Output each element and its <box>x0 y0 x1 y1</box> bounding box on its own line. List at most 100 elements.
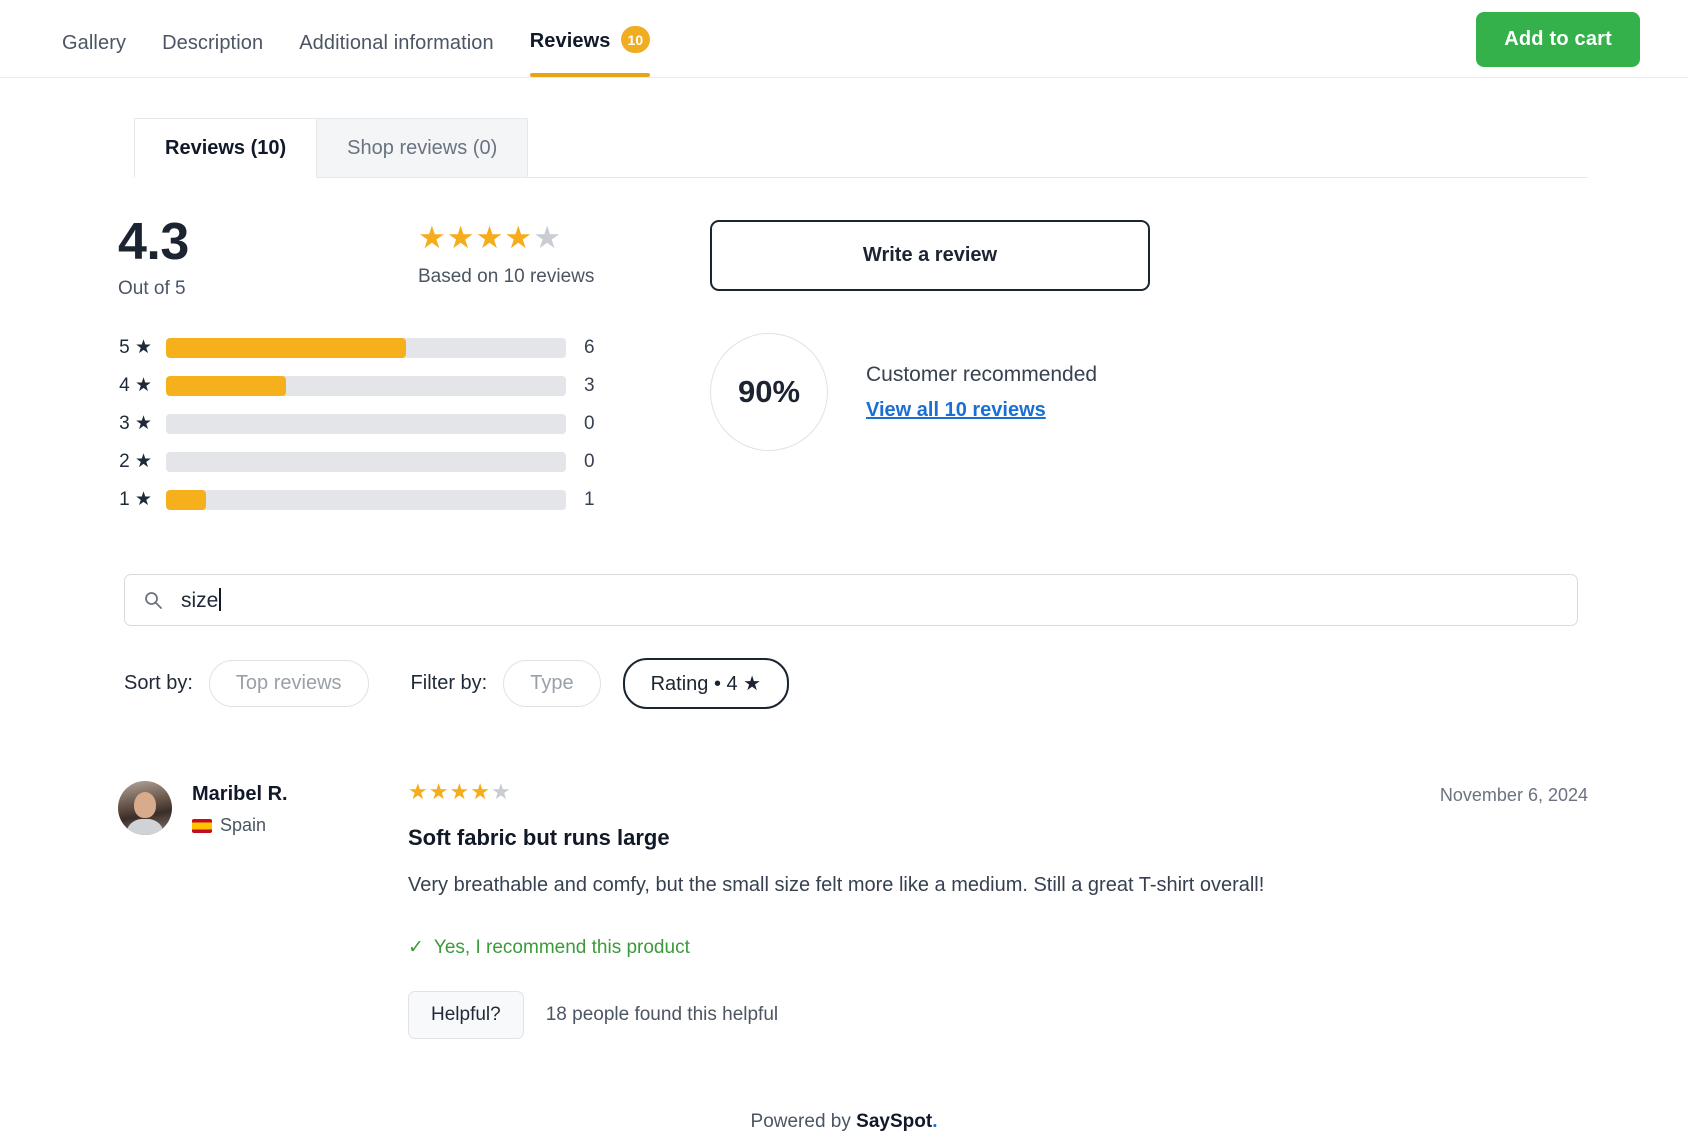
rating-bar-fill-4 <box>166 375 286 396</box>
rating-bar-count-3: 0 <box>584 412 595 434</box>
tab-description-label: Description <box>162 32 264 54</box>
rating-bar-row-4[interactable]: 4 ★ 3 <box>118 372 658 399</box>
review-body: ★★★★★ Soft fabric but runs large Very br… <box>408 781 1688 1039</box>
star-filled-icon: ★ <box>470 779 491 804</box>
rating-bar-count-5: 6 <box>584 336 595 358</box>
rating-bar-label-4: 4 ★ <box>119 375 152 396</box>
customer-recommended-block: 90% Customer recommended View all 10 rev… <box>710 333 1150 451</box>
recommend-percent-circle: 90% <box>710 333 828 451</box>
rating-bar-label-2: 2 ★ <box>119 451 152 472</box>
text-cursor <box>219 587 221 611</box>
tab-reviews-count-badge: 10 <box>620 26 651 53</box>
average-score-block: 4.3 Out of 5 <box>118 216 418 300</box>
check-icon: ✓ <box>408 937 424 958</box>
rating-bar-row-3[interactable]: 3 ★ 0 <box>118 410 658 437</box>
rating-bar-track-3 <box>166 413 566 434</box>
rating-bar-fill-1 <box>166 489 206 510</box>
brand-dot: . <box>932 1111 938 1132</box>
star-filled-icon: ★ <box>418 220 447 255</box>
review-recommendation-label: Yes, I recommend this product <box>433 936 690 958</box>
search-input[interactable]: size <box>124 574 1578 626</box>
sort-by-label: Sort by: <box>124 672 193 694</box>
search-text: size <box>181 588 219 612</box>
review-date: November 6, 2024 <box>1439 785 1588 805</box>
review-item: Maribel R. Spain ★★★★★ Soft fabric but r… <box>0 709 1688 1039</box>
tab-description[interactable]: Description <box>162 32 263 77</box>
helpful-row: Helpful? 18 people found this helpful <box>408 991 1628 1039</box>
sort-chip-top-reviews[interactable]: Top reviews <box>208 660 369 707</box>
review-recommendation: ✓ Yes, I recommend this product <box>408 936 1628 959</box>
reviews-subtab-list: Reviews (10) Shop reviews (0) <box>0 118 1688 178</box>
brand-name: SaySpot <box>856 1111 933 1132</box>
reviewer-country-label: Spain <box>220 815 267 835</box>
avatar <box>118 781 172 835</box>
rating-bar-track-5 <box>166 337 566 358</box>
rating-bar-row-2[interactable]: 2 ★ 0 <box>118 448 658 475</box>
rating-bar-count-2: 0 <box>584 450 595 472</box>
helpful-button[interactable]: Helpful? <box>408 991 524 1039</box>
reviewer-meta: Maribel R. Spain <box>172 781 288 1039</box>
star-filled-icon: ★ <box>475 220 505 255</box>
subtab-shop-reviews[interactable]: Shop reviews (0) <box>317 118 529 178</box>
tab-gallery[interactable]: Gallery <box>62 32 126 77</box>
rating-distribution-chart: 5 ★ 6 4 ★ 3 3 ★ 0 2 ★ 0 1 ★ 1 <box>118 334 658 513</box>
tab-reviews[interactable]: Reviews 10 <box>529 26 651 77</box>
reviewer-location: Spain <box>192 815 288 836</box>
reviews-summary-section: 4.3 Out of 5 ★★★★★ Based on 10 reviews 5… <box>0 178 1688 524</box>
tab-reviews-label: Reviews <box>529 29 611 52</box>
top-navigation-bar: Gallery Description Additional informati… <box>0 0 1688 78</box>
search-input-value: size <box>181 587 221 613</box>
rating-bar-track-4 <box>166 375 566 396</box>
star-empty-icon: ★ <box>490 779 512 804</box>
filter-chip-rating[interactable]: Rating • 4 ★ <box>622 658 790 709</box>
recommend-text-block: Customer recommended View all 10 reviews <box>828 363 1097 422</box>
rating-bar-count-1: 1 <box>584 488 595 510</box>
rating-bar-count-4: 3 <box>584 374 595 396</box>
rating-bar-row-5[interactable]: 5 ★ 6 <box>118 334 658 361</box>
star-empty-icon: ★ <box>533 220 562 255</box>
customer-recommended-label: Customer recommended <box>866 362 1098 386</box>
product-tab-list: Gallery Description Additional informati… <box>0 0 651 77</box>
spain-flag-icon <box>192 818 212 833</box>
rating-bar-label-5: 5 ★ <box>119 337 152 358</box>
tab-additional-information-label: Additional information <box>299 32 494 54</box>
review-text: Very breathable and comfy, but the small… <box>408 874 1265 896</box>
average-score-caption: Out of 5 <box>118 278 186 299</box>
write-a-review-button[interactable]: Write a review <box>710 220 1150 291</box>
search-icon <box>143 590 163 610</box>
star-filled-icon: ★ <box>446 220 476 255</box>
average-score-value: 4.3 <box>118 213 189 271</box>
add-to-cart-button[interactable]: Add to cart <box>1476 12 1640 67</box>
rating-bar-track-2 <box>166 451 566 472</box>
reviewer-name: Maribel R. <box>192 783 288 805</box>
reviewer-block: Maribel R. Spain <box>118 781 408 1039</box>
filter-chip-type[interactable]: Type <box>503 660 601 707</box>
tab-gallery-label: Gallery <box>62 32 127 54</box>
helpful-count-label: 18 people found this helpful <box>545 1004 779 1025</box>
powered-by-label: Powered by <box>750 1111 857 1132</box>
sort-and-filter-bar: Sort by: Top reviews Filter by: Type Rat… <box>0 626 1688 709</box>
add-to-cart-container: Add to cart <box>1476 12 1640 67</box>
score-row: 4.3 Out of 5 ★★★★★ Based on 10 reviews <box>118 216 658 300</box>
rating-summary-right: Write a review 90% Customer recommended … <box>658 216 1150 524</box>
rating-bar-row-1[interactable]: 1 ★ 1 <box>118 486 658 513</box>
rating-bar-label-3: 3 ★ <box>119 413 152 434</box>
filter-by-label: Filter by: <box>410 672 488 694</box>
rating-bar-track-1 <box>166 489 566 510</box>
based-on-reviews-text: Based on 10 reviews <box>418 266 595 287</box>
summary-stars-block: ★★★★★ Based on 10 reviews <box>418 216 594 288</box>
tab-additional-information[interactable]: Additional information <box>299 32 494 77</box>
rating-summary-left: 4.3 Out of 5 ★★★★★ Based on 10 reviews 5… <box>118 216 658 524</box>
star-filled-icon: ★ <box>504 220 534 255</box>
footer-powered-by: Powered by SaySpot. <box>0 1111 1688 1133</box>
view-all-reviews-link[interactable]: View all 10 reviews <box>866 399 1046 422</box>
review-search-container: size <box>0 524 1688 626</box>
star-filled-icon: ★ <box>408 779 429 804</box>
rating-bar-label-1: 1 ★ <box>119 489 152 510</box>
star-filled-icon: ★ <box>449 779 471 804</box>
summary-star-rating-icons: ★★★★★ <box>418 222 594 253</box>
review-title: Soft fabric but runs large <box>408 825 670 850</box>
rating-bar-fill-5 <box>166 337 406 358</box>
subtab-reviews[interactable]: Reviews (10) <box>134 118 318 178</box>
star-filled-icon: ★ <box>428 779 450 804</box>
